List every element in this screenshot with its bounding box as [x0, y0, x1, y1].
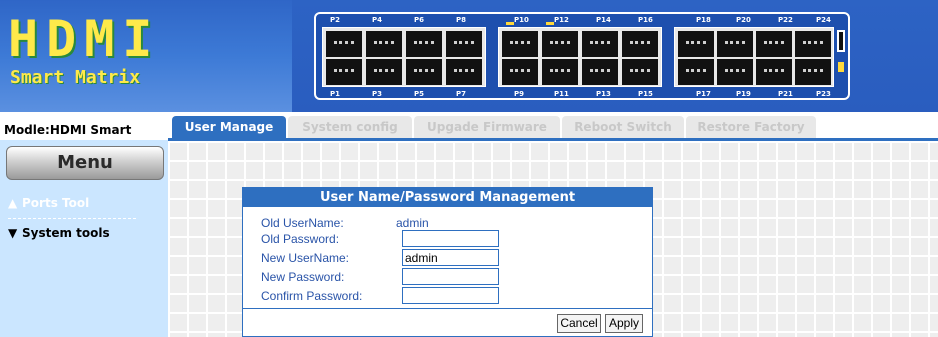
- sidebar-item-system-tools[interactable]: ▼ System tools: [8, 226, 136, 248]
- port-label: P22: [778, 16, 793, 24]
- port-group-1: [322, 27, 486, 87]
- old-username-value: admin: [396, 216, 429, 230]
- port-label: P1: [330, 90, 341, 98]
- apply-button[interactable]: Apply: [605, 314, 643, 333]
- sidebar-item-label: Ports Tool: [22, 196, 90, 210]
- old-username-label: Old UserName:: [261, 216, 344, 230]
- old-password-label: Old Password:: [261, 232, 340, 246]
- port-label: P6: [414, 16, 425, 24]
- console-slot: [837, 30, 845, 52]
- port-led: [506, 22, 514, 25]
- port-label: P17: [696, 90, 711, 98]
- port-label: P15: [638, 90, 653, 98]
- port-label: P8: [456, 16, 467, 24]
- tab-bar: User Manage System config Upgade Firmwar…: [168, 116, 938, 138]
- old-password-field[interactable]: [402, 230, 499, 247]
- port-label: P5: [414, 90, 425, 98]
- sidebar-item-ports-tool[interactable]: ▲ Ports Tool: [8, 196, 136, 218]
- logo-area: HDMI Smart Matrix: [0, 0, 292, 112]
- switch-panel: P2 P4 P6 P8 P10 P12 P14 P16 P18 P20 P22 …: [292, 0, 938, 112]
- port-label: P13: [596, 90, 611, 98]
- new-password-field[interactable]: [402, 268, 499, 285]
- port-label: P20: [736, 16, 751, 24]
- port-labels-top: P2 P4 P6 P8 P10 P12 P14 P16 P18 P20 P22 …: [316, 16, 848, 26]
- cancel-button[interactable]: Cancel: [557, 314, 601, 333]
- logo-subtitle: Smart Matrix: [10, 67, 141, 88]
- tab-user-manage[interactable]: User Manage: [172, 116, 286, 138]
- dialog-footer: Cancel Apply: [243, 308, 652, 336]
- new-username-field[interactable]: [402, 249, 499, 266]
- logo-title: HDMI: [8, 10, 161, 68]
- dialog-title: User Name/Password Management: [243, 188, 652, 207]
- sidebar: Menu ▲ Ports Tool ▼ System tools: [0, 140, 168, 337]
- port-label: P24: [816, 16, 831, 24]
- model-label: Modle:HDMI Smart Matrix: [4, 123, 132, 157]
- tab-reboot-switch[interactable]: Reboot Switch: [562, 116, 684, 138]
- status-led: [838, 62, 844, 72]
- sidebar-divider: [8, 218, 136, 219]
- tab-upgrade-firmware[interactable]: Upgade Firmware: [414, 116, 560, 138]
- menu-button[interactable]: Menu: [6, 146, 164, 180]
- sidebar-item-label: System tools: [22, 226, 110, 240]
- port-label: P3: [372, 90, 383, 98]
- port-label: P10: [514, 16, 529, 24]
- port-label: P14: [596, 16, 611, 24]
- port-label: P4: [372, 16, 383, 24]
- port-label: P11: [554, 90, 569, 98]
- port-label: P12: [554, 16, 569, 24]
- port-label: P2: [330, 16, 341, 24]
- port-group-2: [498, 27, 662, 87]
- header-banner: HDMI Smart Matrix P2 P4 P6 P8 P10 P12 P1…: [0, 0, 938, 112]
- user-password-dialog: User Name/Password Management Old UserNa…: [242, 187, 653, 337]
- port-label: P23: [816, 90, 831, 98]
- tab-system-config[interactable]: System config: [288, 116, 412, 138]
- port-label: P16: [638, 16, 653, 24]
- tab-restore-factory[interactable]: Restore Factory: [686, 116, 816, 138]
- port-label: P18: [696, 16, 711, 24]
- new-username-label: New UserName:: [261, 251, 350, 265]
- port-label: P7: [456, 90, 467, 98]
- confirm-password-label: Confirm Password:: [261, 289, 363, 303]
- port-labels-bottom: P1 P3 P5 P7 P9 P11 P13 P15 P17 P19 P21 P…: [316, 90, 848, 100]
- port-label: P9: [514, 90, 525, 98]
- port-group-3: [674, 27, 834, 87]
- new-password-label: New Password:: [261, 270, 345, 284]
- port-led: [546, 22, 554, 25]
- port-label: P21: [778, 90, 793, 98]
- port-label: P19: [736, 90, 751, 98]
- confirm-password-field[interactable]: [402, 287, 499, 304]
- triangle-down-icon: ▼: [8, 226, 18, 240]
- triangle-up-icon: ▲: [8, 196, 18, 210]
- switch-illustration: P2 P4 P6 P8 P10 P12 P14 P16 P18 P20 P22 …: [314, 12, 850, 100]
